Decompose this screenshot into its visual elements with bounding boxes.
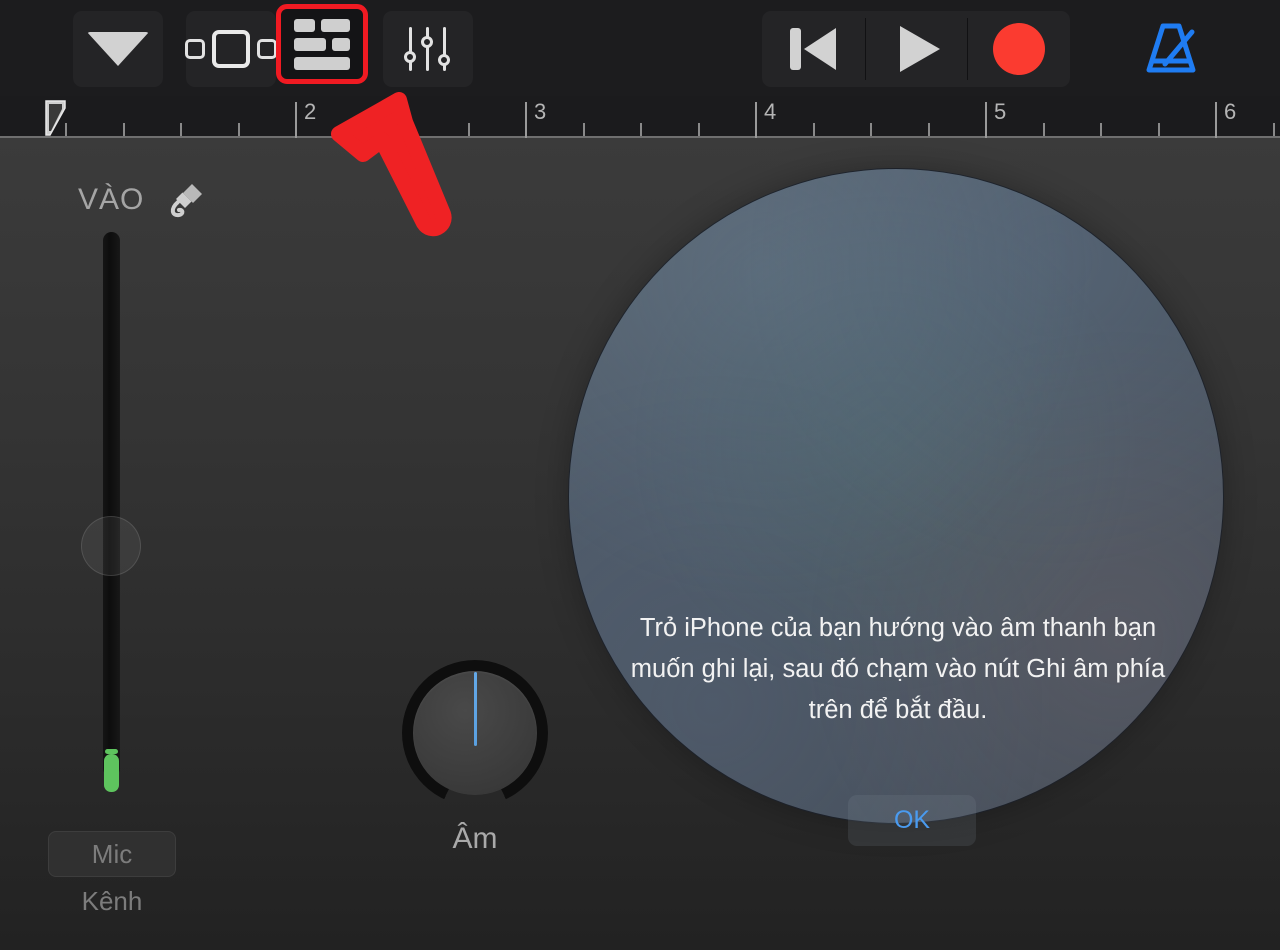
volume-knob-pointer — [474, 672, 477, 746]
input-level-fader-knob[interactable] — [81, 516, 141, 576]
ruler-measure-line — [755, 102, 757, 138]
top-toolbar — [0, 0, 1280, 96]
ruler-tick — [180, 123, 182, 136]
track-view-button[interactable] — [280, 8, 364, 80]
ruler-tick — [813, 123, 815, 136]
input-level-meter — [104, 754, 119, 792]
ruler-measure-number: 5 — [994, 99, 1007, 124]
audio-plug-icon[interactable] — [162, 178, 206, 222]
ruler-tick — [1043, 123, 1045, 136]
ruler-measure-number: 3 — [534, 99, 547, 124]
volume-knob-label: Âm — [452, 822, 498, 855]
song-sections-icon — [185, 30, 277, 68]
mic-source-button[interactable]: Mic — [48, 831, 176, 877]
ruler-measure-number: 4 — [764, 99, 777, 124]
play-button[interactable] — [864, 11, 968, 87]
ruler-measure-line — [985, 102, 987, 138]
metronome-icon — [1146, 23, 1196, 73]
navigation-dropdown-button[interactable] — [73, 11, 163, 87]
channel-label: Kênh — [81, 886, 143, 916]
timeline-ruler[interactable]: 2 3 4 5 6 — [0, 96, 1280, 138]
ruler-measure-number: 6 — [1224, 99, 1237, 124]
ruler-tick — [928, 123, 930, 136]
volume-knob[interactable] — [402, 660, 548, 806]
track-view-icon — [294, 18, 350, 70]
ruler-tick — [1273, 123, 1275, 136]
instruction-dialog-message: Trỏ iPhone của bạn hướng vào âm thanh bạ… — [630, 614, 1166, 724]
ruler-tick — [870, 123, 872, 136]
input-label: VÀO — [78, 183, 145, 216]
ruler-measure-number: 2 — [304, 99, 317, 124]
ruler-tick — [1158, 123, 1160, 136]
instruction-dialog-ok-button[interactable]: OK — [848, 795, 976, 846]
red-arrow-annotation — [331, 92, 452, 237]
record-button[interactable] — [967, 11, 1070, 87]
ruler-tick — [238, 123, 240, 136]
ruler-measure-line — [1215, 102, 1217, 138]
ruler-tick — [1100, 123, 1102, 136]
input-header: VÀO — [78, 178, 206, 222]
transport-controls — [762, 11, 1070, 87]
fader-settings-icon — [404, 27, 452, 71]
play-icon — [900, 26, 940, 72]
ruler-measure-line — [525, 102, 527, 138]
track-editor-stage: VÀO Mic Kênh Âm Trỏ iPhone của bạn hướng… — [0, 138, 1280, 950]
record-icon — [992, 23, 1045, 75]
ruler-tick — [583, 123, 585, 136]
ruler-tick — [123, 123, 125, 136]
ruler-measure-line — [295, 102, 297, 138]
metronome-button[interactable] — [1136, 14, 1206, 84]
song-sections-button[interactable] — [185, 11, 277, 87]
input-level-fader-track[interactable] — [103, 232, 120, 777]
fader-settings-button[interactable] — [383, 11, 473, 87]
rewind-icon — [790, 28, 837, 70]
ruler-tick — [640, 123, 642, 136]
rewind-button[interactable] — [762, 11, 865, 87]
ruler-tick — [65, 123, 67, 136]
ruler-tick — [698, 123, 700, 136]
chevron-down-icon — [87, 32, 149, 66]
